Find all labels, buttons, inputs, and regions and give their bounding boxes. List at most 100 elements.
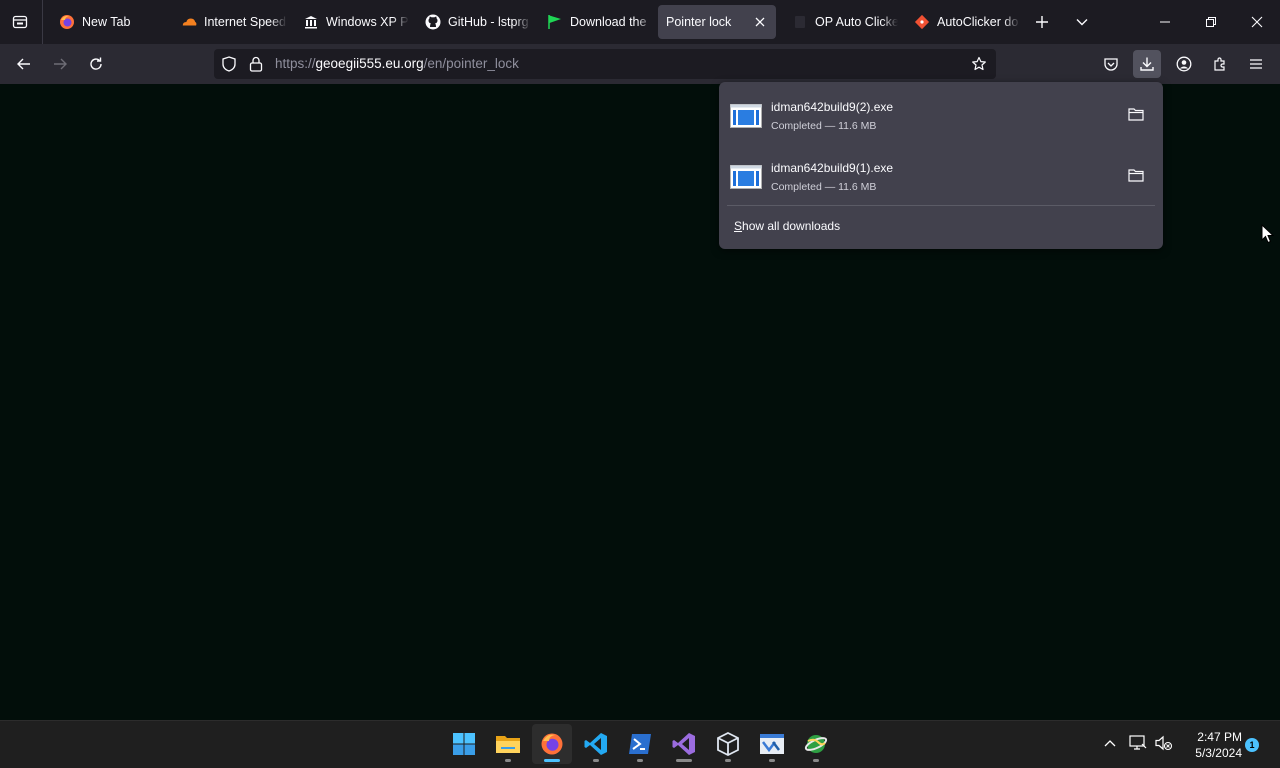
panel-divider	[727, 205, 1155, 206]
url-path: /en/pointer_lock	[423, 56, 519, 71]
plus-icon	[1036, 16, 1048, 28]
folder-icon	[1128, 108, 1144, 121]
download-icon	[1140, 57, 1154, 71]
firefox-view-button[interactable]	[6, 8, 34, 36]
vscode-icon	[584, 733, 607, 755]
account-button[interactable]	[1170, 50, 1198, 78]
restore-icon	[1206, 17, 1216, 27]
tab-label: Pointer lock	[666, 15, 732, 29]
url-text[interactable]: https://geoegii555.eu.org/en/pointer_loc…	[275, 56, 519, 71]
running-indicator	[637, 759, 643, 762]
taskbar-firefox[interactable]	[532, 724, 572, 764]
folder-icon	[1128, 169, 1144, 182]
show-all-downloads-button[interactable]: Show all downloads	[734, 219, 840, 233]
notification-badge[interactable]: 1	[1245, 738, 1259, 752]
clock-date: 5/3/2024	[1195, 746, 1242, 760]
tab-label: Download the	[570, 15, 647, 29]
url-scheme: https://	[275, 56, 316, 71]
network-button[interactable]	[1128, 733, 1148, 753]
taskbar-vscode[interactable]	[576, 724, 616, 764]
running-indicator	[676, 759, 692, 762]
download-status: Completed — 11.6 MB	[771, 181, 877, 193]
downloads-panel: idman642build9(2).exe Completed — 11.6 M…	[719, 82, 1163, 249]
tracking-protection-button[interactable]	[217, 52, 241, 76]
system-clock[interactable]: 2:47 PM 5/3/2024	[1182, 729, 1242, 761]
forward-button[interactable]	[46, 50, 74, 78]
tab-pointer-lock[interactable]: Pointer lock	[658, 5, 776, 39]
reload-icon	[90, 57, 102, 70]
download-item[interactable]: idman642build9(2).exe Completed — 11.6 M…	[719, 90, 1163, 146]
site-info-button[interactable]	[244, 52, 268, 76]
tab-internet-speed[interactable]: Internet Speed	[169, 5, 287, 39]
tab-label: Windows XP P	[326, 15, 409, 29]
chevron-down-icon	[1076, 19, 1088, 26]
accesskey-letter: S	[734, 219, 743, 233]
restore-button[interactable]	[1188, 0, 1234, 44]
url-bar[interactable]: https://geoegii555.eu.org/en/pointer_loc…	[214, 49, 996, 79]
bookmark-star-button[interactable]	[967, 52, 991, 76]
navigation-toolbar: https://geoegii555.eu.org/en/pointer_loc…	[0, 44, 1280, 84]
visual-studio-icon	[672, 733, 695, 755]
list-all-tabs-button[interactable]	[1068, 8, 1096, 36]
taskbar-visual-studio[interactable]	[664, 724, 704, 764]
powershell-icon	[629, 734, 651, 754]
minimize-button[interactable]	[1142, 0, 1188, 44]
application-menu-button[interactable]	[1242, 50, 1270, 78]
taskbar-app-globe[interactable]	[796, 724, 836, 764]
arrow-right-icon	[54, 58, 67, 70]
taskbar-powershell[interactable]	[620, 724, 660, 764]
taskbar-file-explorer[interactable]	[488, 724, 528, 764]
windows-logo-icon	[453, 733, 475, 755]
running-indicator	[813, 759, 819, 762]
close-window-button[interactable]	[1234, 0, 1280, 44]
exe-file-icon	[730, 104, 762, 128]
hamburger-menu-icon	[1250, 59, 1262, 69]
running-indicator	[505, 759, 511, 762]
tab-github[interactable]: GitHub - lstprg	[413, 5, 531, 39]
tab-windows-xp[interactable]: Windows XP P	[291, 5, 409, 39]
reload-button[interactable]	[82, 50, 110, 78]
running-indicator	[769, 759, 775, 762]
github-icon	[425, 14, 441, 30]
speaker-muted-icon	[1155, 735, 1173, 751]
extensions-button[interactable]	[1206, 50, 1234, 78]
tab-op-auto-clicker[interactable]: OP Auto Clicke	[780, 5, 898, 39]
star-icon	[972, 56, 986, 71]
blank-page-icon	[792, 14, 808, 30]
monitor-network-icon	[1129, 735, 1147, 750]
download-item[interactable]: idman642build9(1).exe Completed — 11.6 M…	[719, 151, 1163, 207]
tab-download-the[interactable]: Download the	[535, 5, 653, 39]
exe-file-icon	[730, 165, 762, 189]
pocket-button[interactable]	[1097, 50, 1125, 78]
back-button[interactable]	[10, 50, 38, 78]
download-filename: idman642build9(1).exe	[771, 161, 894, 175]
firefox-icon	[59, 14, 75, 30]
tab-label: OP Auto Clicke	[815, 15, 898, 29]
taskbar: 2:47 PM 5/3/2024 1	[0, 720, 1280, 768]
firefox-icon	[541, 733, 563, 755]
running-indicator	[544, 759, 560, 762]
mouse-cursor-icon	[1261, 224, 1275, 244]
taskbar-virtualbox[interactable]	[708, 724, 748, 764]
clock-time: 2:47 PM	[1197, 730, 1242, 744]
globe-icon	[804, 735, 828, 753]
open-containing-folder-button[interactable]	[1124, 163, 1148, 187]
minimize-icon	[1160, 21, 1170, 23]
volume-button[interactable]	[1154, 733, 1174, 753]
start-button[interactable]	[444, 724, 484, 764]
tab-autoclicker-docs[interactable]: AutoClicker do	[902, 5, 1020, 39]
download-status: Completed — 11.6 MB	[771, 120, 877, 132]
downloads-button[interactable]	[1133, 50, 1161, 78]
show-hidden-icons-button[interactable]	[1100, 733, 1120, 753]
tab-new-tab[interactable]: New Tab	[47, 5, 165, 39]
chevron-up-icon	[1104, 740, 1116, 747]
open-containing-folder-button[interactable]	[1124, 102, 1148, 126]
close-icon	[1251, 16, 1263, 28]
cube-icon	[717, 732, 739, 756]
tab-separator	[42, 0, 43, 44]
firefox-view-icon	[12, 15, 28, 29]
close-tab-button[interactable]	[750, 12, 770, 32]
account-icon	[1176, 56, 1192, 72]
taskbar-vmware[interactable]	[752, 724, 792, 764]
new-tab-button[interactable]	[1028, 8, 1056, 36]
